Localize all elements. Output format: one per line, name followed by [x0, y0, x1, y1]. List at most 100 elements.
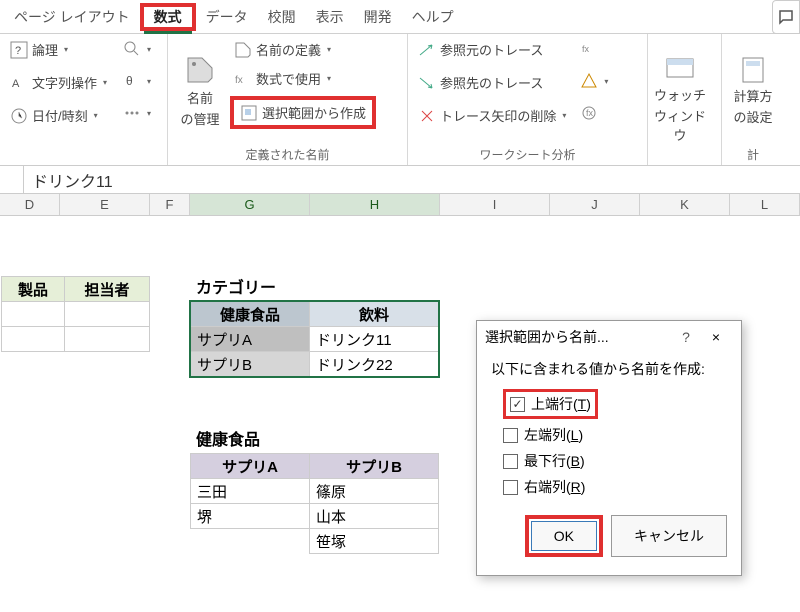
theta-icon: θ — [123, 72, 141, 90]
datetime-button[interactable]: 日付/時刻▾ — [6, 104, 111, 127]
col-D[interactable]: D — [0, 194, 60, 215]
t1-h2[interactable]: 担当者 — [64, 276, 150, 302]
t3-h2[interactable]: サプリB — [309, 453, 439, 479]
t2-r2c2[interactable]: ドリンク22 — [309, 351, 439, 377]
text-label: 文字列操作 — [32, 73, 97, 92]
use-in-formula-button[interactable]: fx 数式で使用▾ — [230, 67, 376, 90]
tab-developer[interactable]: 開発 — [354, 1, 402, 33]
evaluate-button[interactable]: fx — [576, 102, 612, 124]
col-G[interactable]: G — [190, 194, 310, 215]
trace-prec-label: 参照元のトレース — [440, 40, 543, 59]
chk-right-col[interactable] — [503, 480, 518, 495]
ribbon: ? 論理▾ A 文字列操作▾ 日付/時刻▾ ▾ θ▾ ▾ — [0, 34, 800, 166]
remove-arrows-label: トレース矢印の削除 — [440, 106, 556, 125]
remove-arrows-button[interactable]: トレース矢印の削除▾ — [414, 104, 570, 127]
formula-bar-row: ドリンク11 — [0, 166, 800, 194]
t2-r2c1[interactable]: サプリB — [190, 351, 310, 377]
opt-top-label: 上端行(T) — [531, 394, 591, 414]
dialog-help-button[interactable]: ? — [673, 329, 699, 345]
fx-icon: fx — [234, 70, 252, 88]
comment-icon — [777, 8, 795, 26]
error-check-button[interactable]: ▾ — [576, 70, 612, 92]
col-I[interactable]: I — [440, 194, 550, 215]
t2-r1c2[interactable]: ドリンク11 — [309, 326, 439, 352]
cancel-button[interactable]: キャンセル — [611, 515, 727, 557]
watch-window-button[interactable]: ウォッチ ウィンドウ — [654, 38, 706, 161]
calc-group-label: 計 — [728, 146, 778, 163]
remove-arrows-icon — [418, 107, 436, 125]
t2-h2[interactable]: 飲料 — [309, 301, 439, 327]
t3-h1[interactable]: サプリA — [190, 453, 310, 479]
more-button[interactable]: ▾ — [119, 102, 155, 124]
evaluate-icon: fx — [580, 104, 598, 122]
col-E[interactable]: E — [60, 194, 150, 215]
t3-r1c1[interactable]: 三田 — [190, 478, 310, 504]
formula-bar[interactable]: ドリンク11 — [24, 166, 121, 194]
t3-r2c1[interactable]: 堺 — [190, 503, 310, 529]
t1-r1c2[interactable] — [64, 301, 150, 327]
svg-text:fx: fx — [582, 44, 590, 54]
create-names-dialog: 選択範囲から名前... ? × 以下に含まれる値から名前を作成: 上端行(T) … — [476, 320, 742, 576]
calc-options-button[interactable]: 計算方 の設定 — [728, 38, 778, 144]
col-F[interactable]: F — [150, 194, 190, 215]
text-icon: A — [10, 74, 28, 92]
tab-data[interactable]: データ — [196, 1, 258, 33]
col-J[interactable]: J — [550, 194, 640, 215]
t3-r1c2[interactable]: 篠原 — [309, 478, 439, 504]
datetime-label: 日付/時刻 — [32, 106, 88, 125]
more-icon — [123, 104, 141, 122]
math-button[interactable]: θ▾ — [119, 70, 155, 92]
dialog-close-button[interactable]: × — [699, 329, 733, 345]
chk-left-col[interactable] — [503, 428, 518, 443]
col-H[interactable]: H — [310, 194, 440, 215]
t3-title[interactable]: 健康食品 — [190, 426, 310, 450]
tab-review[interactable]: 校閲 — [258, 1, 306, 33]
chk-bottom-row[interactable] — [503, 454, 518, 469]
highlight-ok: OK — [525, 515, 603, 557]
tab-view[interactable]: 表示 — [306, 1, 354, 33]
t2-r1c1[interactable]: サプリA — [190, 326, 310, 352]
t2-h1[interactable]: 健康食品 — [190, 301, 310, 327]
logic-button[interactable]: ? 論理▾ — [6, 38, 111, 61]
create-from-selection-button[interactable]: 選択範囲から作成 — [236, 101, 370, 124]
lookup-button[interactable]: ▾ — [119, 38, 155, 60]
create-from-selection-label: 選択範囲から作成 — [262, 103, 366, 122]
ok-button[interactable]: OK — [531, 521, 597, 551]
define-name-label: 名前の定義 — [256, 40, 321, 59]
define-name-button[interactable]: 名前の定義▾ — [230, 38, 376, 61]
defined-names-label: 定義された名前 — [174, 146, 401, 163]
trace-dependents-button[interactable]: 参照先のトレース — [414, 71, 570, 94]
t1-r2c2[interactable] — [64, 326, 150, 352]
name-manager-label1: 名前 — [187, 88, 213, 107]
col-L[interactable]: L — [730, 194, 800, 215]
t3-r3c2[interactable]: 笹塚 — [309, 528, 439, 554]
comments-button[interactable] — [772, 0, 800, 34]
tag-icon — [184, 54, 216, 86]
lookup-icon — [123, 40, 141, 58]
t1-r2c1[interactable] — [1, 326, 65, 352]
tab-page-layout[interactable]: ページ レイアウト — [4, 1, 140, 33]
use-in-formula-label: 数式で使用 — [256, 69, 321, 88]
name-manager-button[interactable]: 名前 の管理 — [174, 38, 226, 144]
text-button[interactable]: A 文字列操作▾ — [6, 71, 111, 94]
name-box[interactable] — [0, 166, 24, 193]
spreadsheet-grid: D E F G H I J K L 製品 担当者 カテゴリー 健康食品 飲料 サ… — [0, 194, 800, 216]
highlight-top-row-option: 上端行(T) — [503, 389, 598, 419]
t3-r2c2[interactable]: 山本 — [309, 503, 439, 529]
t2-title[interactable]: カテゴリー — [190, 274, 310, 298]
tab-help[interactable]: ヘルプ — [402, 1, 464, 33]
svg-text:fx: fx — [235, 75, 243, 86]
chk-top-row[interactable] — [510, 397, 525, 412]
warning-icon — [580, 72, 598, 90]
tab-formulas[interactable]: 数式 — [144, 3, 192, 34]
trace-dep-icon — [418, 74, 436, 92]
show-formulas-button[interactable]: fx — [576, 38, 612, 60]
calc-label1: 計算方 — [733, 86, 772, 105]
trace-precedents-button[interactable]: 参照元のトレース — [414, 38, 570, 61]
calc-icon — [739, 56, 767, 84]
t1-h1[interactable]: 製品 — [1, 276, 65, 302]
col-K[interactable]: K — [640, 194, 730, 215]
t1-r1c1[interactable] — [1, 301, 65, 327]
opt-right-label: 右端列(R) — [524, 477, 585, 497]
opt-bottom-label: 最下行(B) — [524, 451, 585, 471]
